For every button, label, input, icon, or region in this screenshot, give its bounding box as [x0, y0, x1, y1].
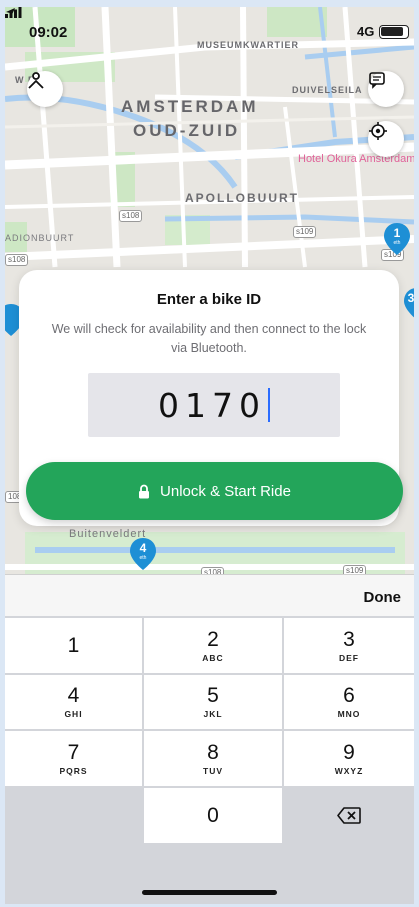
bike-pin[interactable]: 1 eth — [383, 222, 411, 256]
text-caret — [267, 388, 270, 422]
road-tag: s108 — [5, 254, 29, 266]
numeric-keypad: 1 2 ABC 3 DEF 4 GHI 5 JKL 6 MNO 7 PQRS 8… — [5, 616, 414, 904]
key-0[interactable]: 0 — [144, 788, 282, 843]
road-tag: s109 — [293, 226, 317, 238]
keyboard-accessory-bar: Done — [5, 574, 414, 622]
road-tag: s108 — [119, 210, 143, 222]
person-icon — [28, 72, 44, 89]
bike-pin[interactable]: 3 — [403, 287, 414, 321]
map-label-stadionbuurt: ADIONBUURT — [5, 233, 75, 243]
key-9[interactable]: 9 WXYZ — [284, 731, 414, 786]
locate-me-button[interactable] — [368, 121, 404, 157]
status-time: 09:02 — [29, 24, 68, 41]
network-type: 4G — [357, 24, 375, 39]
battery-icon — [379, 25, 409, 39]
map-label-apollobuurt: APOLLOBUURT — [185, 191, 299, 205]
key-5[interactable]: 5 JKL — [144, 675, 282, 729]
profile-button[interactable] — [27, 71, 63, 107]
card-title: Enter a bike ID — [156, 291, 262, 308]
delete-key[interactable] — [284, 788, 414, 843]
key-1[interactable]: 1 — [5, 618, 142, 673]
map-label-amsterdam: AMSTERDAM — [121, 97, 259, 116]
key-8[interactable]: 8 TUV — [144, 731, 282, 786]
key-6[interactable]: 6 MNO — [284, 675, 414, 729]
home-indicator — [142, 890, 277, 895]
map-label-duivelseila: DUIVELSEILA — [292, 85, 363, 95]
bike-id-value: 0170 — [158, 385, 266, 425]
phone-screen: MUSEUMKWARTIER W PARK AMSTERDAM OUD-ZUID… — [5, 7, 414, 904]
chat-bubble-icon — [369, 72, 385, 89]
unlock-start-ride-button[interactable]: Unlock & Start Ride — [26, 462, 403, 520]
key-2[interactable]: 2 ABC — [144, 618, 282, 673]
key-4[interactable]: 4 GHI — [5, 675, 142, 729]
key-3[interactable]: 3 DEF — [284, 618, 414, 673]
lock-icon — [138, 484, 150, 499]
status-bar: 09:02 4G — [5, 7, 414, 55]
map-label-oud-zuid: OUD-ZUID — [133, 121, 241, 140]
card-description: We will check for availability and then … — [51, 322, 367, 355]
key-7[interactable]: 7 PQRS — [5, 731, 142, 786]
signal-icon — [5, 7, 22, 18]
chat-button[interactable] — [368, 71, 404, 107]
bike-id-input[interactable]: 0170 — [88, 373, 340, 437]
bike-pin[interactable]: 4 eth — [129, 537, 157, 571]
done-button[interactable]: Done — [364, 589, 402, 606]
backspace-icon — [337, 807, 361, 824]
map-label-hotel: Hotel Okura Amsterdam — [298, 153, 414, 165]
unlock-button-label: Unlock & Start Ride — [160, 482, 291, 500]
crosshair-icon — [369, 122, 387, 140]
